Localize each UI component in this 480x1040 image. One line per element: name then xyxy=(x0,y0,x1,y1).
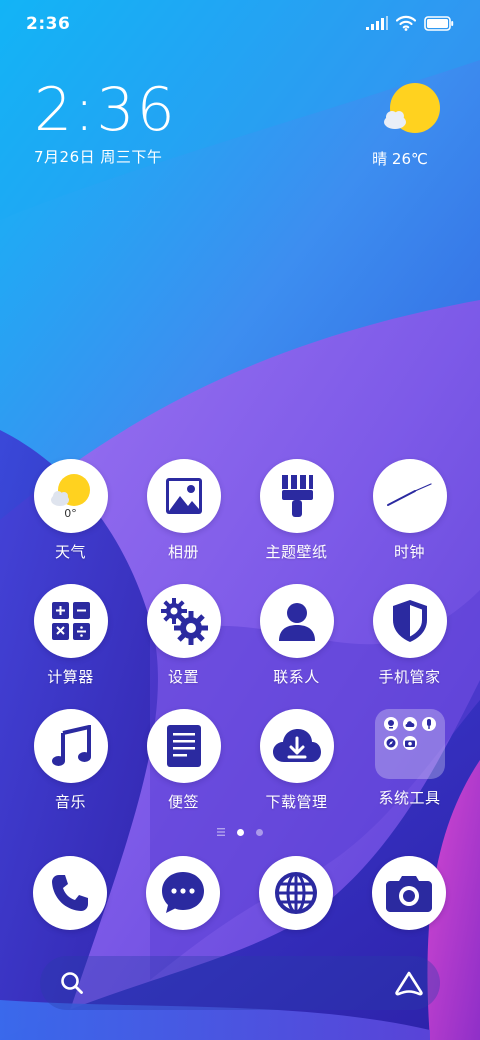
global-search-bar[interactable] xyxy=(40,956,440,1010)
music-icon xyxy=(51,725,91,766)
app-label: 音乐 xyxy=(54,793,86,811)
clock-icon xyxy=(386,483,432,506)
music-app-icon xyxy=(33,709,108,783)
app-notes[interactable]: 便签 xyxy=(127,709,240,812)
compass-mini-icon xyxy=(383,736,398,750)
browser-icon xyxy=(275,872,317,914)
notes-icon xyxy=(166,725,201,767)
app-phone-manager[interactable]: 手机管家 xyxy=(353,584,466,687)
webcam-mini-icon xyxy=(383,717,398,731)
app-clock[interactable]: 时钟 xyxy=(353,459,466,562)
app-calculator[interactable]: 计算器 xyxy=(14,584,127,687)
weather-temp-badge: 0° xyxy=(64,507,77,520)
app-label: 天气 xyxy=(54,543,86,561)
gallery-app-icon xyxy=(146,459,221,533)
app-weather[interactable]: 0° 天气 xyxy=(14,459,127,562)
app-label: 下载管理 xyxy=(265,793,328,811)
clock-app-icon xyxy=(372,459,447,533)
app-label: 联系人 xyxy=(273,668,320,686)
app-label: 计算器 xyxy=(47,668,94,686)
notes-app-icon xyxy=(146,709,221,783)
sun-cloud-icon xyxy=(384,83,440,133)
page-dot xyxy=(256,828,263,836)
clock-time: 2:36 xyxy=(34,75,177,145)
weather-app-icon: 0° xyxy=(33,459,108,533)
app-gallery[interactable]: 相册 xyxy=(127,459,240,562)
shield-icon xyxy=(392,600,427,642)
contact-icon xyxy=(278,603,315,641)
status-bar: 2:36 xyxy=(0,0,480,50)
camera-icon xyxy=(386,876,432,912)
app-label: 系统工具 xyxy=(378,789,441,807)
wifi-icon xyxy=(396,15,416,31)
camera-mini-icon xyxy=(402,736,417,750)
dock-messages[interactable] xyxy=(146,856,220,930)
app-contacts[interactable]: 联系人 xyxy=(240,584,353,687)
status-time: 2:36 xyxy=(26,14,71,34)
contacts-app-icon xyxy=(259,584,334,658)
calculator-icon xyxy=(51,602,90,640)
page-dot-active xyxy=(237,828,244,836)
app-downloads[interactable]: 下载管理 xyxy=(240,709,353,812)
app-settings[interactable]: 设置 xyxy=(127,584,240,687)
dock-phone[interactable] xyxy=(33,856,107,930)
app-label: 手机管家 xyxy=(378,668,441,686)
app-themes[interactable]: 主题壁纸 xyxy=(240,459,353,562)
status-icons xyxy=(366,15,454,31)
app-label: 相册 xyxy=(167,543,199,561)
calculator-app-icon xyxy=(33,584,108,658)
page-indicator[interactable] xyxy=(0,828,480,836)
downloads-app-icon xyxy=(259,709,334,783)
app-system-tools-folder[interactable]: 系统工具 xyxy=(353,709,466,808)
assistant-icon[interactable] xyxy=(394,970,424,996)
recorder-mini-icon xyxy=(421,717,436,731)
phone-manager-app-icon xyxy=(372,584,447,658)
dock-browser[interactable] xyxy=(259,856,333,930)
battery-icon xyxy=(424,15,454,31)
dock-camera[interactable] xyxy=(372,856,446,930)
signal-icon xyxy=(366,16,388,30)
clock-date: 7月26日 周三下午 xyxy=(34,148,163,166)
minus-one-screen-icon xyxy=(217,828,225,836)
search-icon xyxy=(61,972,83,994)
themes-app-icon xyxy=(259,459,334,533)
phone-icon xyxy=(52,875,88,911)
app-label: 主题壁纸 xyxy=(265,543,328,561)
app-label: 便签 xyxy=(167,793,199,811)
cloud-mini-icon xyxy=(402,717,417,731)
gear-icon xyxy=(160,598,208,645)
weather-condition: 晴 26℃ xyxy=(372,150,428,168)
brush-icon xyxy=(281,475,313,517)
app-label: 时钟 xyxy=(393,543,425,561)
app-music[interactable]: 音乐 xyxy=(14,709,127,812)
app-label: 设置 xyxy=(167,668,199,686)
weather-widget[interactable]: 晴 26℃ xyxy=(350,82,450,169)
download-icon xyxy=(272,729,321,762)
settings-app-icon xyxy=(146,584,221,658)
gallery-icon xyxy=(165,478,202,514)
folder-icon xyxy=(374,709,445,779)
clock-widget[interactable]: 2:36 7月26日 周三下午 xyxy=(34,78,177,167)
message-icon xyxy=(162,872,204,913)
